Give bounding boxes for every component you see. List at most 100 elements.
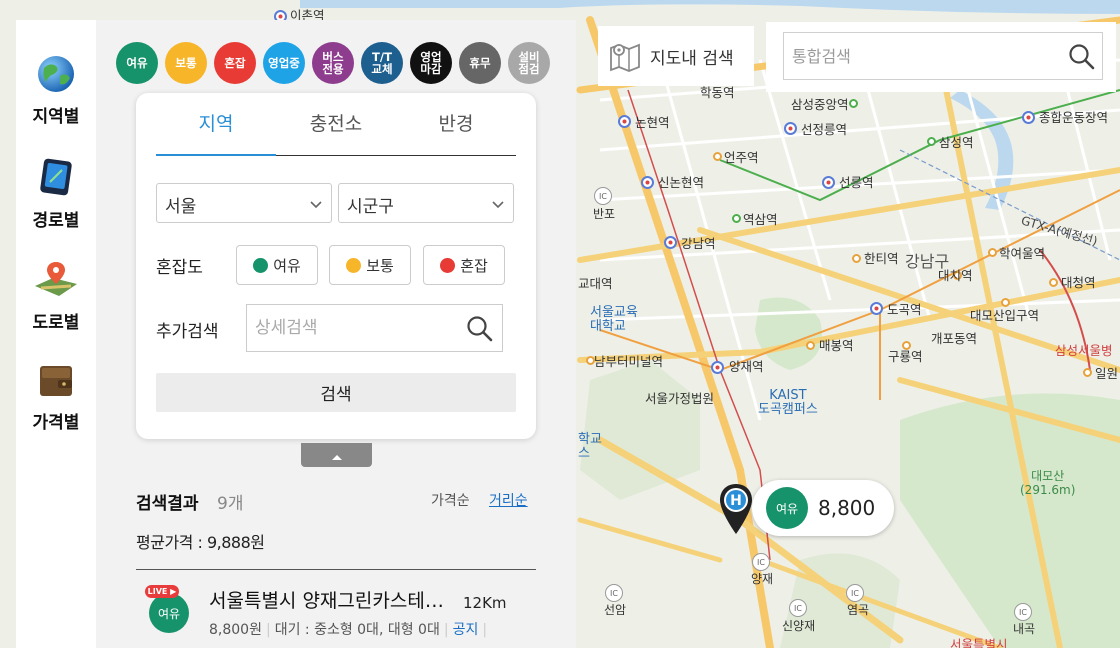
congestion-option-crowded[interactable]: 혼잡 — [423, 245, 505, 285]
congestion-option-normal[interactable]: 보통 — [329, 245, 411, 285]
map-label-hospital: 서울특별시 — [950, 637, 1008, 648]
station-marker — [1022, 111, 1035, 124]
search-panel: 여유 보통 혼잡 영업중 버스 전용 T/T 교체 영업 마감 휴무 설비 점검 지역 충전소 … — [96, 20, 576, 648]
unified-search-input[interactable] — [792, 41, 1062, 71]
collapse-panel-handle[interactable] — [301, 443, 372, 467]
map-label-ic: 신양재 — [782, 619, 816, 633]
live-badge: LIVE ▶ — [145, 585, 179, 598]
search-icon[interactable] — [466, 315, 494, 347]
tab-charging-station[interactable]: 충전소 — [276, 93, 396, 155]
map-label-station: 매봉역 — [819, 338, 854, 353]
unified-search-box — [783, 32, 1103, 80]
station-marker — [1001, 298, 1010, 307]
map-label-station: 일원 — [1095, 366, 1119, 381]
status-dot — [440, 257, 456, 273]
map-label-station: 삼성중앙역 — [791, 97, 849, 112]
station-marker — [988, 248, 997, 257]
legend-status-badge: 여유 — [116, 42, 158, 84]
ic-marker: IC — [605, 584, 623, 602]
detail-search-input[interactable] — [255, 315, 455, 341]
station-marker — [1049, 278, 1058, 287]
chevron-down-icon — [309, 196, 323, 216]
notice-link[interactable]: 공지 — [453, 622, 479, 638]
station-distance: 12Km — [463, 594, 507, 612]
congestion-option-label: 여유 — [273, 256, 301, 275]
search-card: 지역 충전소 반경 서울 시군구 혼잡도 여유 보통 혼잡 추가검색 상세검색 … — [136, 93, 536, 439]
nav-item-label: 지역별 — [32, 107, 80, 127]
map-label-station: 한티역 — [864, 251, 899, 266]
station-marker — [806, 341, 815, 350]
map-label-station: 역삼역 — [743, 212, 778, 227]
map-label-station: 언주역 — [724, 150, 759, 165]
province-select[interactable]: 서울 — [156, 183, 332, 223]
search-button[interactable]: 검색 — [156, 373, 516, 412]
nav-item-label: 경로별 — [32, 211, 80, 231]
map-label-station: 대청역 — [1061, 275, 1096, 290]
station-marker — [784, 122, 797, 135]
map-pin-icon — [16, 258, 96, 304]
station-marker — [641, 176, 654, 189]
map-label-station: 학동역 — [700, 85, 735, 100]
map-label-station: 양재역 — [729, 359, 764, 374]
map-label-station: 도곡역 — [887, 302, 922, 317]
ic-marker: IC — [846, 584, 864, 602]
map-label-ic: 양재 — [751, 572, 774, 586]
legend-status-badge: T/T 교체 — [361, 42, 403, 84]
status-badge: 여유 — [149, 593, 189, 633]
side-nav: 지역별 경로별 도로별 가격별 — [16, 20, 96, 648]
station-marker — [822, 176, 835, 189]
map-label-station: 논현역 — [635, 115, 670, 130]
list-item[interactable]: 여유 LIVE ▶ 서울특별시 양재그린카스테이션 12Km 8,800원 | 대기… — [136, 580, 536, 648]
legend-status-badge: 혼잡 — [214, 42, 256, 84]
unified-search-bar — [766, 22, 1116, 92]
hydrogen-station-pin-icon[interactable]: H — [718, 482, 754, 540]
nav-item-road[interactable]: 도로별 — [16, 258, 96, 333]
results-divider — [136, 569, 536, 570]
sort-by-price-link[interactable]: 가격순 — [431, 490, 470, 510]
district-select[interactable]: 시군구 — [338, 183, 514, 223]
legend-status-badge: 버스 전용 — [312, 42, 354, 84]
nav-item-label: 가격별 — [32, 413, 80, 433]
congestion-option-label: 보통 — [366, 256, 394, 275]
legend-status-badge: 보통 — [165, 42, 207, 84]
search-icon[interactable] — [1068, 43, 1096, 75]
caret-up-icon — [331, 446, 343, 465]
nav-item-price[interactable]: 가격별 — [16, 360, 96, 433]
sort-by-distance-link[interactable]: 거리순 — [489, 490, 528, 510]
search-tabs: 지역 충전소 반경 — [156, 93, 516, 156]
map-label-university: 서울교육 대학교 — [590, 305, 638, 334]
station-marker — [618, 115, 631, 128]
gps-device-icon — [16, 156, 96, 202]
map-label-hospital: 삼성서울병 — [1055, 343, 1113, 358]
map-area-search-button[interactable]: 지도내 검색 — [598, 26, 754, 86]
province-select-value: 서울 — [165, 197, 197, 217]
map-label-station: 남부터미널역 — [594, 354, 664, 369]
map-label-district: 강남구 — [905, 252, 950, 271]
nav-item-label: 도로별 — [32, 313, 80, 333]
station-marker — [1083, 368, 1092, 377]
station-marker — [849, 99, 858, 108]
results-title: 검색결과 — [136, 494, 199, 514]
legend-status-badge: 영업중 — [263, 42, 305, 84]
map-label-station: 강남역 — [681, 236, 716, 251]
tab-region[interactable]: 지역 — [156, 93, 276, 156]
map-label-university: 학교 스 — [578, 432, 602, 461]
map-label-university: KAIST 도곡캠퍼스 — [758, 388, 818, 417]
tab-radius[interactable]: 반경 — [396, 93, 516, 155]
map-label-station: 선릉역 — [839, 175, 874, 190]
station-price: 8,800원 — [209, 622, 262, 638]
station-marker — [870, 302, 883, 315]
map-label-station: 선정릉역 — [801, 122, 848, 137]
svg-text:H: H — [730, 493, 742, 509]
station-wait: 대기 : 중소형 0대, 대형 0대 — [274, 622, 440, 638]
station-price-bubble[interactable]: 여유 8,800 — [752, 480, 894, 536]
chevron-down-icon — [491, 196, 505, 216]
nav-item-route[interactable]: 경로별 — [16, 156, 96, 231]
congestion-option-relaxed[interactable]: 여유 — [236, 245, 318, 285]
nav-item-region[interactable]: 지역별 — [16, 54, 96, 127]
map-label-station: 대치역 — [938, 268, 973, 283]
status-dot — [346, 257, 362, 273]
station-marker — [711, 361, 724, 374]
extra-search-label: 추가검색 — [156, 322, 219, 342]
ic-marker: IC — [789, 599, 807, 617]
